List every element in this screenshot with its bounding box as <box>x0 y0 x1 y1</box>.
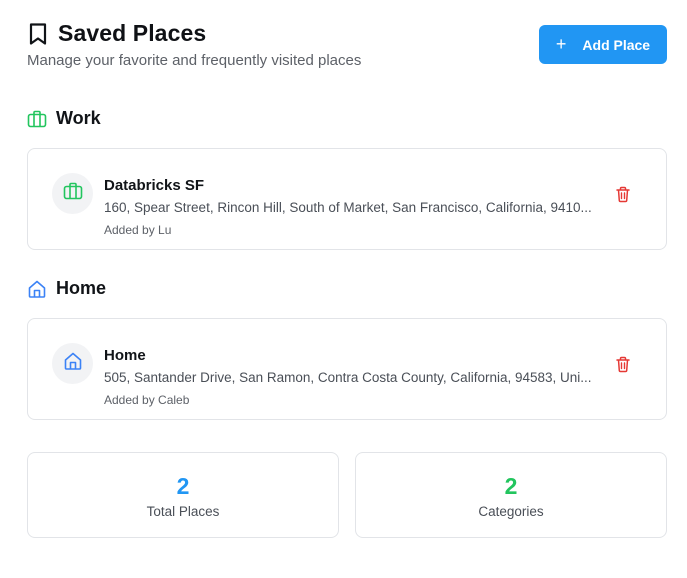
saved-places-page: Saved Places Manage your favorite and fr… <box>0 0 687 578</box>
plus-icon: + <box>555 33 567 54</box>
stat-label: Total Places <box>146 504 220 519</box>
page-header: Saved Places <box>28 20 206 47</box>
place-address: 505, Santander Drive, San Ramon, Contra … <box>104 370 592 385</box>
briefcase-icon <box>63 181 83 206</box>
section-heading-label: Home <box>56 278 107 298</box>
place-category-icon <box>52 343 93 384</box>
delete-place-button[interactable] <box>612 186 634 208</box>
stat-card-total-places: 2 Total Places <box>27 452 339 538</box>
place-added-by: Added by Caleb <box>104 393 190 407</box>
page-subtitle: Manage your favorite and frequently visi… <box>27 52 362 69</box>
house-icon <box>63 351 83 376</box>
section-heading-home: Home <box>27 278 106 299</box>
place-card: Home 505, Santander Drive, San Ramon, Co… <box>27 318 667 420</box>
place-added-by: Added by Lu <box>104 223 172 237</box>
briefcase-icon <box>27 109 47 129</box>
delete-place-button[interactable] <box>612 356 634 378</box>
section-heading-label: Work <box>56 108 101 128</box>
place-address: 160, Spear Street, Rincon Hill, South of… <box>104 200 592 215</box>
trash-icon <box>615 186 631 208</box>
place-name: Databricks SF <box>104 177 205 194</box>
trash-icon <box>615 356 631 378</box>
place-category-icon <box>52 173 93 214</box>
stat-label: Categories <box>478 504 544 519</box>
place-name: Home <box>104 347 146 364</box>
bookmark-icon <box>28 22 48 46</box>
section-heading-work: Work <box>27 108 101 129</box>
stat-value: 2 <box>504 473 518 499</box>
house-icon <box>27 279 47 299</box>
stat-value: 2 <box>176 473 190 499</box>
add-place-button-label: Add Place <box>582 36 651 53</box>
stat-card-categories: 2 Categories <box>355 452 667 538</box>
add-place-button[interactable]: + Add Place <box>539 25 667 64</box>
place-card: Databricks SF 160, Spear Street, Rincon … <box>27 148 667 250</box>
page-title: Saved Places <box>58 20 207 46</box>
